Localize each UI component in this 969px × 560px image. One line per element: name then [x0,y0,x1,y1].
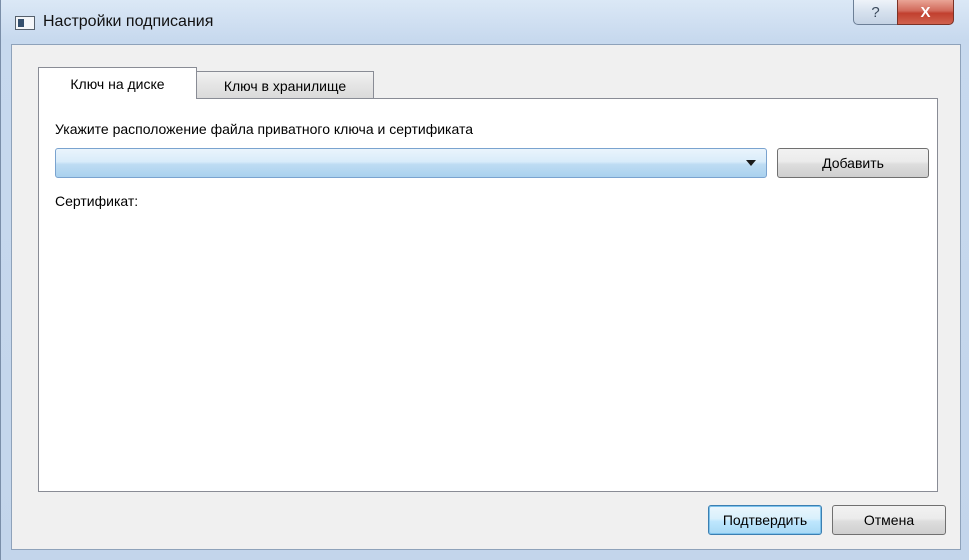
close-icon: X [920,3,931,21]
dialog-client-area: Ключ на диске Ключ в хранилище Укажите р… [11,44,961,550]
add-button[interactable]: Добавить [777,148,929,178]
question-mark-icon: ? [871,3,880,21]
tab-key-in-storage[interactable]: Ключ в хранилище [196,71,374,100]
cancel-button[interactable]: Отмена [832,505,946,535]
certificate-label: Сертификат: [55,193,139,209]
app-window-icon [15,16,35,30]
tab-key-on-disk[interactable]: Ключ на диске [38,67,197,99]
help-button[interactable]: ? [853,0,898,25]
tab-label: Ключ на диске [70,75,165,92]
tab-panel: Укажите расположение файла приватного кл… [38,98,938,492]
instruction-label: Укажите расположение файла приватного кл… [55,121,473,137]
close-button[interactable]: X [897,0,954,25]
tab-label: Ключ в хранилище [223,78,347,94]
confirm-button[interactable]: Подтвердить [708,505,822,535]
key-path-combobox[interactable] [55,148,767,178]
title-bar[interactable]: Настройки подписания ? X [1,0,969,44]
window-title: Настройки подписания [43,13,214,30]
chevron-down-icon[interactable] [746,160,756,166]
dialog-window: Настройки подписания ? X Ключ на диске К… [0,0,969,560]
